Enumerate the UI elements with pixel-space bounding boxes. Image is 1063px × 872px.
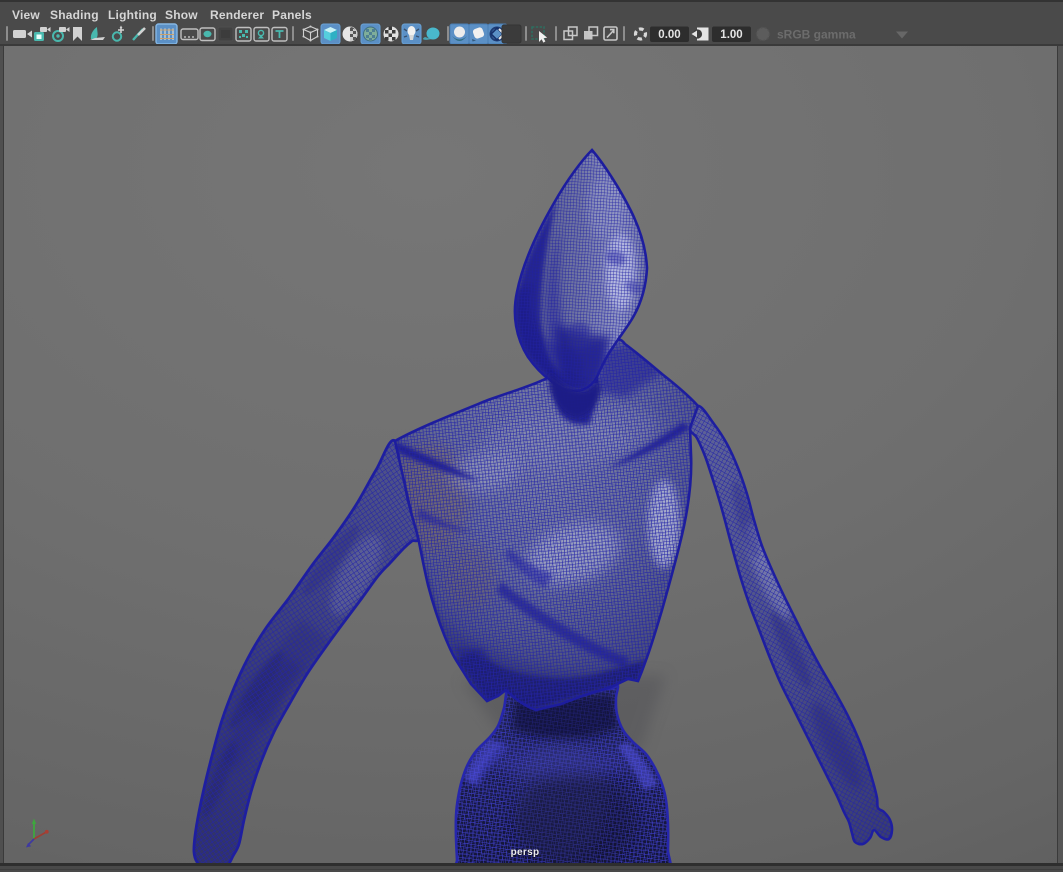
svg-text:1.00: 1.00: [720, 29, 742, 41]
svg-text:0.00: 0.00: [658, 29, 680, 41]
svg-text:sRGB gamma: sRGB gamma: [777, 28, 856, 42]
